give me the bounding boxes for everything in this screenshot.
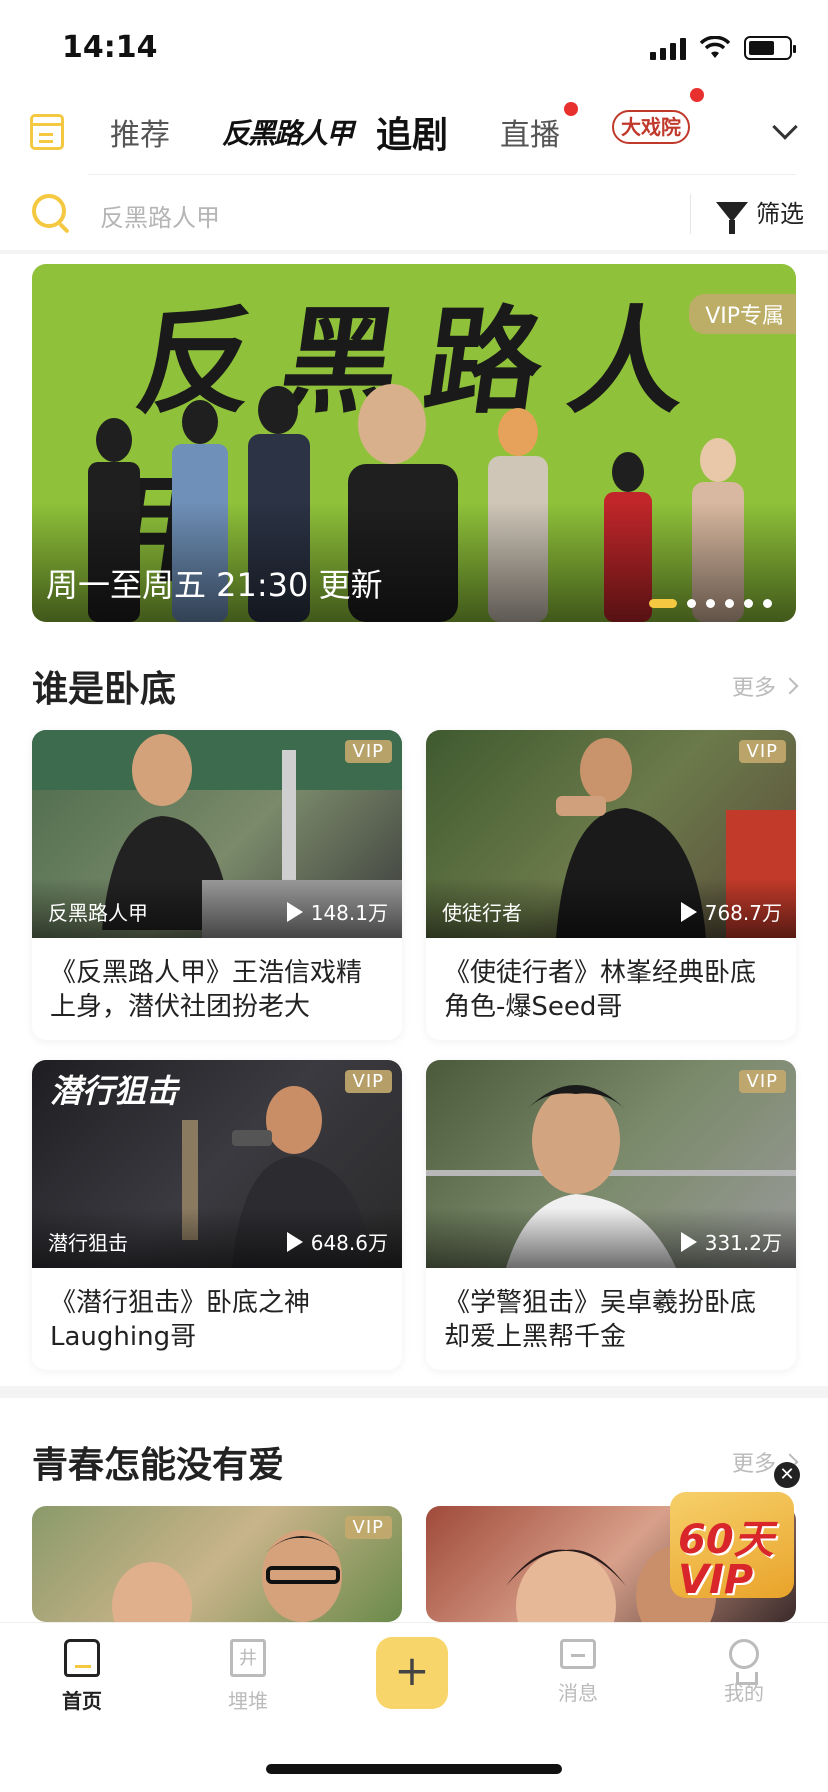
wifi-icon bbox=[700, 36, 730, 58]
divider bbox=[0, 250, 828, 254]
tab-theater-logo[interactable]: 大戏院 bbox=[612, 110, 690, 144]
pagination-dot[interactable] bbox=[744, 599, 753, 608]
play-icon bbox=[680, 901, 697, 922]
view-count-label: 331.2万 bbox=[704, 1231, 782, 1255]
more-label: 更多 bbox=[731, 676, 776, 701]
vip-exclusive-badge: VIP专属 bbox=[689, 294, 796, 334]
view-count-label: 648.6万 bbox=[310, 1231, 388, 1255]
tab-follow-drama[interactable]: 追剧 bbox=[376, 106, 448, 158]
video-card[interactable]: VIP 反黑路人甲 148.1万 《反黑路人甲》王浩信戏精上身，潜伏社团扮老大 bbox=[32, 730, 402, 1040]
search-input[interactable]: 反黑路人甲 bbox=[100, 198, 220, 233]
section-more-link[interactable]: 更多 bbox=[731, 670, 799, 702]
view-count-label: 768.7万 bbox=[704, 901, 782, 925]
filter-icon bbox=[716, 201, 748, 234]
section-title: 谁是卧底 bbox=[32, 669, 177, 710]
pagination-dot-active[interactable] bbox=[649, 599, 677, 608]
pagination-dot[interactable] bbox=[687, 599, 696, 608]
filter-label: 筛选 bbox=[756, 200, 804, 228]
view-count: 331.2万 bbox=[680, 1227, 782, 1256]
video-thumbnail: 潜行狙击 VIP 潜行狙击 648.6万 bbox=[32, 1060, 402, 1268]
promo-label: 60天VIP bbox=[678, 1517, 774, 1603]
svg-text:潜行狙击: 潜行狙击 bbox=[50, 1072, 181, 1110]
hero-banner[interactable]: 反黑路人甲 VIP专属 周一至周五 21:30 更新 bbox=[32, 264, 796, 622]
tab-home[interactable]: 首页 bbox=[32, 1639, 132, 1714]
video-card[interactable]: 潜行狙击 VIP 潜行狙击 648.6万 《潜行狙击》卧底之神Laughing哥 bbox=[32, 1060, 402, 1370]
vip-badge: VIP bbox=[738, 1070, 786, 1093]
profile-icon bbox=[729, 1639, 759, 1685]
video-title: 《潜行狙击》卧底之神Laughing哥 bbox=[50, 1288, 311, 1352]
search-divider bbox=[690, 194, 691, 234]
tab-messages-label: 消息 bbox=[558, 1681, 598, 1705]
view-count: 148.1万 bbox=[286, 897, 388, 926]
close-icon[interactable]: ✕ bbox=[774, 1462, 800, 1488]
vip-badge: VIP bbox=[344, 1516, 392, 1539]
show-name: 使徒行者 bbox=[442, 901, 522, 925]
battery-icon bbox=[744, 36, 796, 60]
status-time: 14:14 bbox=[62, 30, 158, 65]
banner-pagination[interactable] bbox=[649, 599, 772, 608]
pagination-dot[interactable] bbox=[725, 599, 734, 608]
video-title: 《反黑路人甲》王浩信戏精上身，潜伏社团扮老大 bbox=[50, 958, 363, 1022]
calendar-icon[interactable] bbox=[30, 114, 64, 150]
video-card[interactable]: VIP 使徒行者 768.7万 《使徒行者》林峯经典卧底角色-爆Seed哥 bbox=[426, 730, 796, 1040]
view-count-label: 148.1万 bbox=[310, 901, 388, 925]
view-count: 768.7万 bbox=[680, 897, 782, 926]
tab-home-label: 首页 bbox=[62, 1689, 102, 1713]
home-indicator bbox=[266, 1764, 562, 1774]
tab-me[interactable]: 我的 bbox=[694, 1639, 794, 1706]
tab-bookshelf[interactable]: 埋堆 bbox=[198, 1639, 298, 1714]
chevron-right-icon bbox=[781, 677, 799, 695]
vip-badge: VIP bbox=[344, 740, 392, 763]
cellular-signal-icon bbox=[650, 36, 686, 60]
tab-recommend[interactable]: 推荐 bbox=[110, 110, 170, 154]
video-thumbnail: VIP 331.2万 bbox=[426, 1060, 796, 1268]
tab-bookshelf-label: 埋堆 bbox=[228, 1689, 268, 1713]
section-title: 青春怎能没有爱 bbox=[32, 1445, 285, 1486]
pagination-dot[interactable] bbox=[763, 599, 772, 608]
nav-divider bbox=[88, 174, 796, 175]
show-name: 反黑路人甲 bbox=[48, 901, 148, 925]
video-title: 《学警狙击》吴卓羲扮卧底却爱上黑帮千金 bbox=[444, 1288, 757, 1352]
tab-show-logo[interactable]: 反黑路人甲 bbox=[222, 112, 354, 152]
play-icon bbox=[680, 1231, 697, 1252]
search-icon[interactable] bbox=[32, 194, 66, 228]
search-bar: 反黑路人甲 筛选 bbox=[0, 176, 828, 250]
top-nav: 推荐 反黑路人甲 追剧 直播 大戏院 bbox=[0, 88, 828, 174]
banner-caption: 周一至周五 21:30 更新 bbox=[46, 566, 383, 604]
tab-live[interactable]: 直播 bbox=[500, 110, 560, 154]
play-icon bbox=[286, 901, 303, 922]
vip-badge: VIP bbox=[738, 740, 786, 763]
vip-badge: VIP bbox=[344, 1070, 392, 1093]
video-card[interactable]: VIP 331.2万 《学警狙击》吴卓羲扮卧底却爱上黑帮千金 bbox=[426, 1060, 796, 1370]
vip-promo-float[interactable]: 60天VIP ✕ bbox=[664, 1462, 804, 1602]
tab-messages[interactable]: 消息 bbox=[528, 1639, 628, 1706]
play-icon bbox=[286, 1231, 303, 1252]
video-title: 《使徒行者》林峯经典卧底角色-爆Seed哥 bbox=[444, 958, 757, 1022]
video-thumbnail: VIP 反黑路人甲 148.1万 bbox=[32, 730, 402, 938]
show-name: 潜行狙击 bbox=[48, 1231, 128, 1255]
message-icon bbox=[560, 1639, 596, 1669]
filter-button[interactable]: 筛选 bbox=[716, 194, 804, 234]
status-bar: 14:14 bbox=[0, 0, 828, 100]
status-icons bbox=[650, 36, 796, 60]
add-button[interactable]: + bbox=[376, 1637, 448, 1709]
bookmark-icon bbox=[230, 1639, 266, 1677]
theater-notification-dot bbox=[690, 88, 704, 102]
home-icon bbox=[64, 1639, 100, 1677]
live-notification-dot bbox=[564, 102, 578, 116]
pagination-dot[interactable] bbox=[706, 599, 715, 608]
section-divider bbox=[0, 1386, 828, 1398]
video-thumbnail: VIP bbox=[32, 1506, 402, 1622]
chevron-down-icon[interactable] bbox=[772, 114, 798, 140]
video-thumbnail: VIP 使徒行者 768.7万 bbox=[426, 730, 796, 938]
view-count: 648.6万 bbox=[286, 1227, 388, 1256]
video-card[interactable]: VIP bbox=[32, 1506, 402, 1622]
